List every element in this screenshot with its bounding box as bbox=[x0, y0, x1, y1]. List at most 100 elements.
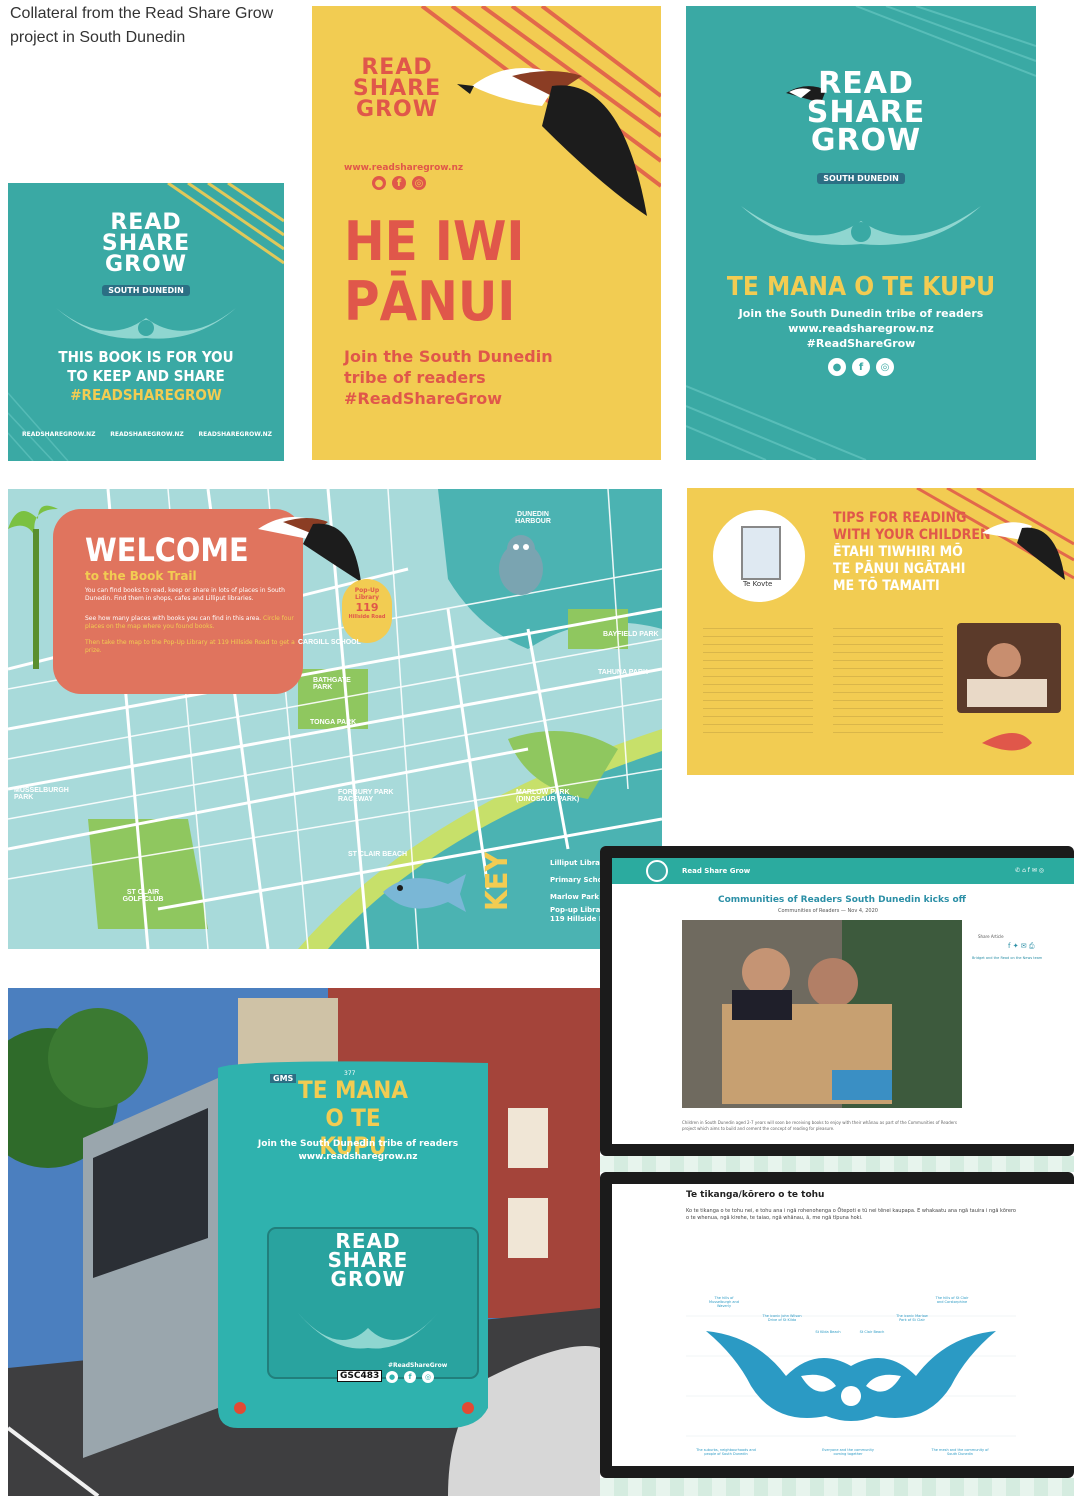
yellow-poster: READ SHARE GROW www.readsharegrow.nz ● f… bbox=[312, 6, 661, 460]
instagram-icon[interactable]: ◎ bbox=[412, 176, 426, 190]
facebook-icon[interactable]: f bbox=[392, 176, 406, 190]
twitter-icon[interactable]: ● bbox=[372, 176, 386, 190]
popup-library-marker[interactable]: Pop-Up Library 119 Hillside Road bbox=[342, 579, 392, 643]
place-label: DUNEDIN HARBOUR bbox=[515, 511, 551, 525]
place-label: ST CLAIR BEACH bbox=[348, 851, 408, 858]
welcome-intro-1: You can find books to read, keep or shar… bbox=[85, 587, 285, 602]
tips-title-mi-3: ME TŌ TAMAITI bbox=[833, 578, 940, 594]
collateral-caption: Collateral from the Read Share Grow proj… bbox=[10, 5, 274, 46]
sticker-line-2: TO KEEP AND SHARE bbox=[67, 367, 225, 385]
poster-url: www.readsharegrow.nz bbox=[344, 163, 464, 173]
article-body: Children in South Dunedin aged 2-7 years… bbox=[682, 1120, 957, 1131]
instagram-icon: ◎ bbox=[422, 1371, 434, 1383]
tips-title-en-1: TIPS FOR READING bbox=[833, 510, 967, 526]
facebook-icon[interactable]: f bbox=[852, 358, 870, 376]
teal-poster-body-1: Join the South Dunedin tribe of readers bbox=[738, 307, 984, 320]
book-sticker: READ SHARE GROW SOUTH DUNEDIN THIS BOOK … bbox=[8, 183, 284, 461]
sticker-footer-2: READSHAREGROW.NZ bbox=[110, 431, 184, 438]
street-scene bbox=[8, 988, 600, 1496]
welcome-subtitle: to the Book Trail bbox=[85, 569, 197, 583]
teal-poster-body-2: www.readsharegrow.nz bbox=[788, 322, 934, 335]
teal-poster-headline: TE MANA O TE KUPU bbox=[726, 272, 996, 302]
instagram-icon[interactable]: ◎ bbox=[876, 358, 894, 376]
kids-reading-photo bbox=[957, 623, 1061, 713]
facebook-icon: f bbox=[404, 1371, 416, 1383]
place-label: ST CLAIR GOLF CLUB bbox=[122, 889, 164, 903]
koru-emblem-icon bbox=[56, 308, 236, 339]
tohu-label-top: The iconic John Wilson Drive of St Kilda bbox=[762, 1314, 802, 1322]
website-screen-tohu: Te tikanga/kōrero o te tohu Ko te tikang… bbox=[600, 1172, 1074, 1478]
shark-icon bbox=[383, 874, 466, 912]
share-icons[interactable]: f ✦ ✉ ⎙ bbox=[1008, 942, 1034, 951]
tohu-label-bottom: The suburbs, neighbourhoods and people o… bbox=[696, 1448, 756, 1456]
social-nav-icons[interactable]: ✆ ⌂ f ✉ ◎ bbox=[1015, 867, 1044, 874]
logo-grow: GROW bbox=[810, 123, 922, 158]
tohu-label-bottom: Everyone and the community coming togeth… bbox=[822, 1448, 874, 1456]
site-logo-icon[interactable] bbox=[646, 860, 668, 882]
sticker-footer-3: READSHAREGROW.NZ bbox=[198, 431, 272, 438]
poster-headline-1: HE IWI bbox=[344, 210, 525, 273]
reading-tips-spread: Te Kovte TIPS FOR READING WITH YOUR CHIL… bbox=[687, 488, 1074, 775]
tohu-label-bottom: The mesh and the community of South Dune… bbox=[931, 1448, 989, 1456]
twitter-icon[interactable]: ● bbox=[828, 358, 846, 376]
tips-title-mi-2: TE PĀNUI NGĀTAHI bbox=[833, 561, 966, 577]
tips-title-mi-1: ĒTAHI TIWHIRI MŌ bbox=[833, 544, 963, 560]
bus-plate: GSC483 bbox=[337, 1370, 383, 1382]
popup-title: Pop-Up Library bbox=[354, 587, 380, 601]
sticker-footer-1: READSHAREGROW.NZ bbox=[22, 431, 96, 438]
twitter-icon: ● bbox=[386, 1371, 398, 1383]
paradise-duck-icon bbox=[457, 68, 647, 216]
tohu-label-top: The hills of St Clair and Corstorphine bbox=[935, 1296, 969, 1304]
tips-column-1 bbox=[703, 624, 813, 734]
place-label: MUSSELBURGH PARK bbox=[14, 787, 69, 801]
bus-headline-1: TE MANA bbox=[298, 1076, 408, 1104]
bus-body-2: www.readsharegrow.nz bbox=[298, 1152, 418, 1162]
place-label: CARGILL SCHOOL bbox=[298, 639, 361, 646]
key-title: Key bbox=[480, 852, 515, 911]
place-label: TONGA PARK bbox=[310, 719, 357, 726]
koru-emblem-icon bbox=[741, 206, 981, 245]
book-trail-map: WELCOME to the Book Trail You can find b… bbox=[8, 489, 662, 949]
article-meta: Communities of Readers — Nov 4, 2020 bbox=[778, 908, 878, 914]
child-book-photo: Te Kovte bbox=[713, 510, 805, 602]
logo-grow: GROW bbox=[356, 96, 438, 122]
koru-emblem-icon bbox=[298, 1313, 438, 1349]
share-label[interactable]: Share Article bbox=[978, 934, 1004, 939]
bus-hashtag: #ReadShareGrow bbox=[388, 1362, 448, 1369]
bus-photo: GMS 377 TE MANA O TE KUPU Join the South… bbox=[8, 988, 600, 1496]
place-label: BAYFIELD PARK bbox=[603, 631, 659, 638]
poster-body-2: tribe of readers bbox=[344, 368, 486, 387]
welcome-title: WELCOME bbox=[85, 531, 249, 569]
tohu-body: Ko te tikanga o te tohu nei, e tohu ana … bbox=[686, 1208, 1016, 1221]
logo-grow: GROW bbox=[330, 1267, 406, 1291]
poster-body-1: Join the South Dunedin bbox=[344, 347, 553, 366]
decor-strip bbox=[600, 1156, 1074, 1172]
article-title: Communities of Readers South Dunedin kic… bbox=[718, 895, 966, 905]
decor-strip bbox=[600, 1478, 1074, 1496]
site-name[interactable]: Read Share Grow bbox=[682, 867, 750, 875]
place-label: MARLOW PARK (DINOSAUR PARK) bbox=[516, 789, 580, 803]
welcome-intro-3: Then take the map to the Pop-Up Library … bbox=[85, 639, 295, 654]
tips-column-2 bbox=[833, 624, 943, 734]
side-note: Bridget and the Read on the News team bbox=[972, 956, 1043, 960]
tips-title-en-2: WITH YOUR CHILDREN bbox=[833, 527, 991, 543]
place-label: FORBURY PARK RACEWAY bbox=[338, 789, 394, 803]
tohu-label-top: The hills of Musselburgh and Waverly bbox=[709, 1296, 739, 1308]
teal-poster: READ SHARE GROW SOUTH DUNEDIN TE MANA O … bbox=[686, 6, 1036, 460]
tohu-label-top: The iconic Marlow Park of St Clair bbox=[896, 1314, 928, 1322]
poster-hashtag: #ReadShareGrow bbox=[344, 389, 503, 408]
seal-icon bbox=[499, 535, 543, 595]
book-title: Te Kovte bbox=[743, 580, 773, 588]
place-label: BATHGATE PARK bbox=[313, 677, 351, 691]
sticker-hashtag: #READSHAREGROW bbox=[70, 386, 222, 404]
website-screen-article: Read Share Grow ✆ ⌂ f ✉ ◎ Communities of… bbox=[600, 846, 1074, 1156]
tohu-heading: Te tikanga/kōrero o te tohu bbox=[686, 1190, 825, 1200]
sticker-line-1: THIS BOOK IS FOR YOU bbox=[58, 348, 234, 366]
tohu-label-top: St Kilda Beach bbox=[815, 1330, 841, 1334]
popup-number: 119 bbox=[355, 601, 379, 614]
popup-road: Hillside Road bbox=[348, 614, 386, 620]
teal-poster-hashtag: #ReadShareGrow bbox=[806, 337, 916, 350]
paradise-duck-icon bbox=[982, 522, 1065, 580]
logo-grow: GROW bbox=[105, 251, 187, 277]
paradise-duck-icon bbox=[258, 516, 361, 582]
